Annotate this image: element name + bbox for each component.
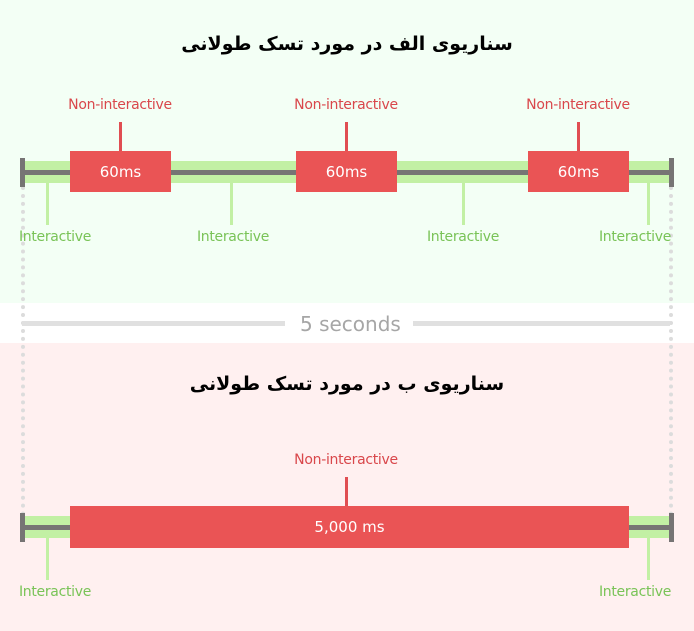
interactive-a-4-label: Interactive <box>598 229 672 245</box>
scenario-a-end-cap <box>669 158 674 187</box>
task-2-annotation: Non-interactive <box>294 97 398 113</box>
interactive-a-4-pointer <box>647 183 650 225</box>
task-2-duration: 60ms <box>325 162 368 181</box>
interactive-a-2-label: Interactive <box>196 229 270 245</box>
interactive-b-2-pointer <box>647 538 650 580</box>
task-3-pointer <box>577 122 580 151</box>
interactive-a-2-pointer <box>230 183 233 225</box>
task-2-pointer <box>345 122 348 151</box>
interactive-b-1-label: Interactive <box>18 584 92 600</box>
long-task-annotation: Non-interactive <box>294 452 398 468</box>
task-1-duration: 60ms <box>99 162 142 181</box>
interactive-b-1-pointer <box>46 538 49 580</box>
interactive-a-3-label: Interactive <box>426 229 500 245</box>
scenario-a-start-cap <box>20 158 25 187</box>
long-task-block: 5,000 ms <box>70 506 629 548</box>
scenario-b-start-cap <box>20 513 25 542</box>
task-3-annotation: Non-interactive <box>526 97 630 113</box>
task-3-duration: 60ms <box>557 162 600 181</box>
duration-line-left <box>22 321 285 326</box>
task-1-pointer <box>119 122 122 151</box>
interactive-b-2-label: Interactive <box>598 584 672 600</box>
scenario-a-title: سناریوی الف در مورد تسک طولانی <box>181 33 513 55</box>
scenario-b-title: سناریوی ب در مورد تسک طولانی <box>189 373 505 395</box>
duration-line-right <box>413 321 670 326</box>
task-1-block: 60ms <box>70 151 171 192</box>
duration-label: 5 seconds <box>300 312 401 336</box>
long-task-pointer <box>345 477 348 506</box>
scenario-b-end-cap <box>669 513 674 542</box>
task-3-block: 60ms <box>528 151 629 192</box>
task-1-annotation: Non-interactive <box>68 97 172 113</box>
task-2-block: 60ms <box>296 151 397 192</box>
long-task-duration: 5,000 ms <box>314 518 385 536</box>
interactive-a-3-pointer <box>462 183 465 225</box>
interactive-a-1-pointer <box>46 183 49 225</box>
interactive-a-1-label: Interactive <box>18 229 92 245</box>
